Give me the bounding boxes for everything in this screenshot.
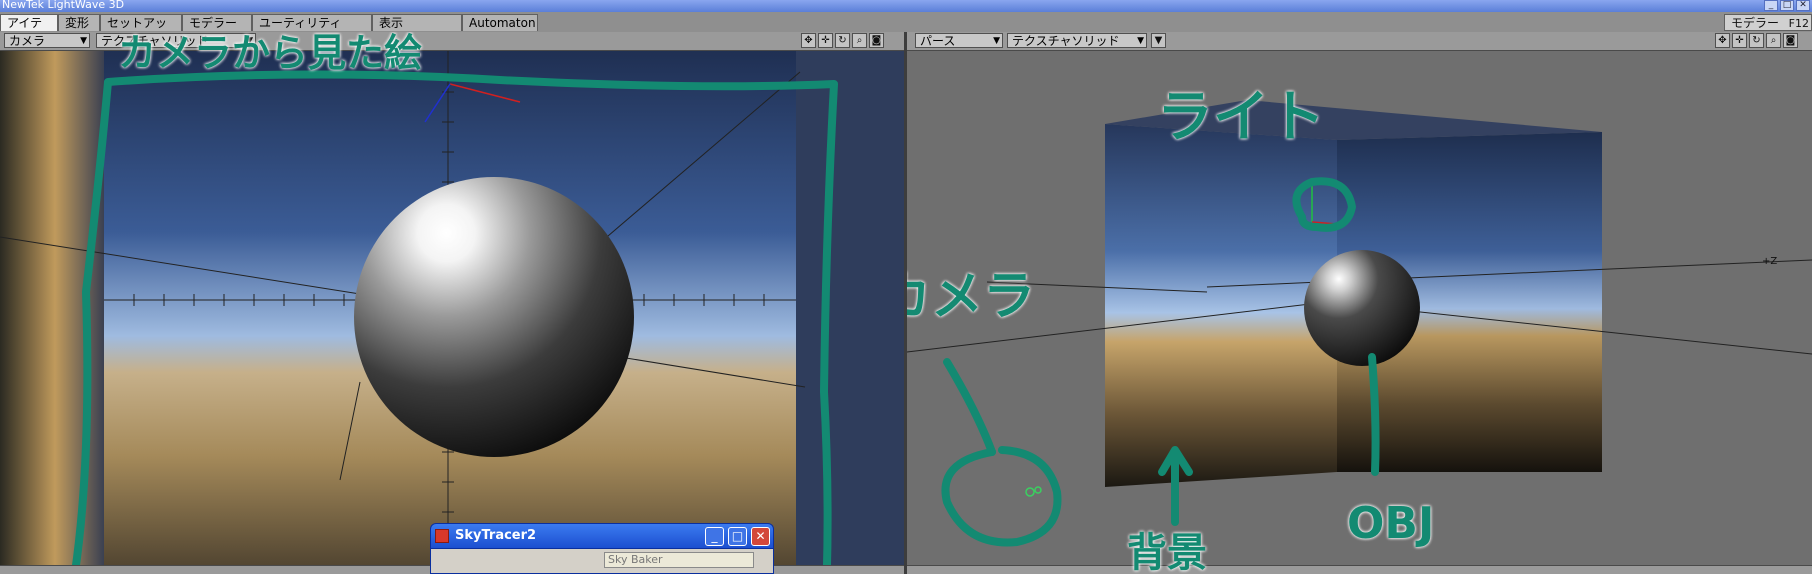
tab-setup[interactable]: セットアップ — [100, 14, 182, 47]
viewport-maximize-icon[interactable]: ◙ — [1783, 33, 1798, 48]
tab-utility[interactable]: ユーティリティ — [252, 14, 372, 31]
skytracer-app-icon — [435, 529, 449, 543]
annotation-light: ライト — [1157, 85, 1325, 150]
window-maximize-button[interactable]: □ — [1780, 0, 1794, 11]
tab-deform[interactable]: 変形 — [58, 14, 100, 31]
perspective-viewport-header: パース ▼ テクスチャソリッド ▼ ▼ ✥ ✛ ↻ ⌕ ◙ — [907, 32, 1812, 51]
modeler-switch-button[interactable]: モデラー F12 — [1724, 14, 1812, 31]
viewport-rotate-icon[interactable]: ↻ — [1749, 33, 1764, 48]
skytracer-minimize-button[interactable]: _ — [705, 527, 724, 546]
window-close-button[interactable]: ✕ — [1796, 0, 1810, 11]
view-type-select[interactable]: カメラ ▼ — [4, 33, 90, 48]
axis-label-z: +Z — [1762, 256, 1777, 267]
skytracer-window: SkyTracer2 _ □ ✕ Sky Baker — [430, 523, 774, 574]
viewport-maximize-icon[interactable]: ◙ — [869, 33, 884, 48]
view-type-select[interactable]: パース ▼ — [915, 33, 1003, 48]
viewport-options-icon[interactable]: ▼ — [1151, 33, 1166, 48]
viewport-zoom-icon[interactable]: ⌕ — [1766, 33, 1781, 48]
tab-view[interactable]: 表示 — [372, 14, 462, 31]
skytracer-maximize-button[interactable]: □ — [728, 527, 747, 546]
render-mode-select[interactable]: テクスチャソリッド ▼ — [1007, 33, 1147, 48]
viewport-pan-icon[interactable]: ✛ — [818, 33, 833, 48]
camera-viewport[interactable]: カメラ ▼ テクスチャソリッド ▼ ✥ ✛ ↻ ⌕ ◙ カメラから見た絵 — [0, 32, 904, 574]
modeler-shortcut-label: F12 — [1788, 17, 1809, 30]
sky-baker-button[interactable]: Sky Baker — [604, 552, 754, 568]
perspective-view-render: +Z — [907, 100, 1812, 547]
annotation-camera-view: カメラから見た絵 — [118, 32, 423, 75]
viewport-pan-icon[interactable]: ✛ — [1732, 33, 1747, 48]
view-type-label: カメラ — [9, 34, 46, 48]
main-tab-bar: アイテム 変形 セットアップ モデラー ユーティリティ 表示 Automaton… — [0, 12, 1812, 47]
annotation-object: OBJ — [1347, 498, 1435, 549]
app-title: NewTek LightWave 3D — [2, 0, 125, 11]
modeler-switch-label: モデラー — [1731, 16, 1780, 30]
viewport-move-icon[interactable]: ✥ — [801, 33, 816, 48]
camera-view-render — [0, 50, 904, 574]
skytracer-title: SkyTracer2 — [455, 528, 537, 543]
viewport-rotate-icon[interactable]: ↻ — [835, 33, 850, 48]
app-title-bar: NewTek LightWave 3D _ □ ✕ — [0, 0, 1812, 12]
perspective-viewport-footer — [907, 565, 1812, 574]
perspective-viewport[interactable]: パース ▼ テクスチャソリッド ▼ ▼ ✥ ✛ ↻ ⌕ ◙ +Z ライト メラ … — [907, 32, 1812, 574]
tab-automaton[interactable]: Automaton — [462, 14, 538, 31]
skytracer-body: Sky Baker — [430, 549, 774, 574]
tab-modeler[interactable]: モデラー — [182, 14, 252, 31]
viewport-move-icon[interactable]: ✥ — [1715, 33, 1730, 48]
tab-item[interactable]: アイテム — [0, 14, 58, 47]
viewport-zoom-icon[interactable]: ⌕ — [852, 33, 867, 48]
window-minimize-button[interactable]: _ — [1764, 0, 1778, 11]
render-mode-label: テクスチャソリッド — [1012, 34, 1120, 48]
skytracer-close-button[interactable]: ✕ — [751, 527, 770, 546]
annotation-camera: カメラ — [907, 267, 1036, 327]
view-type-label: パース — [920, 34, 956, 48]
annotation-background: 背景 — [1127, 530, 1207, 574]
skytracer-title-bar[interactable]: SkyTracer2 _ □ ✕ — [430, 523, 774, 549]
